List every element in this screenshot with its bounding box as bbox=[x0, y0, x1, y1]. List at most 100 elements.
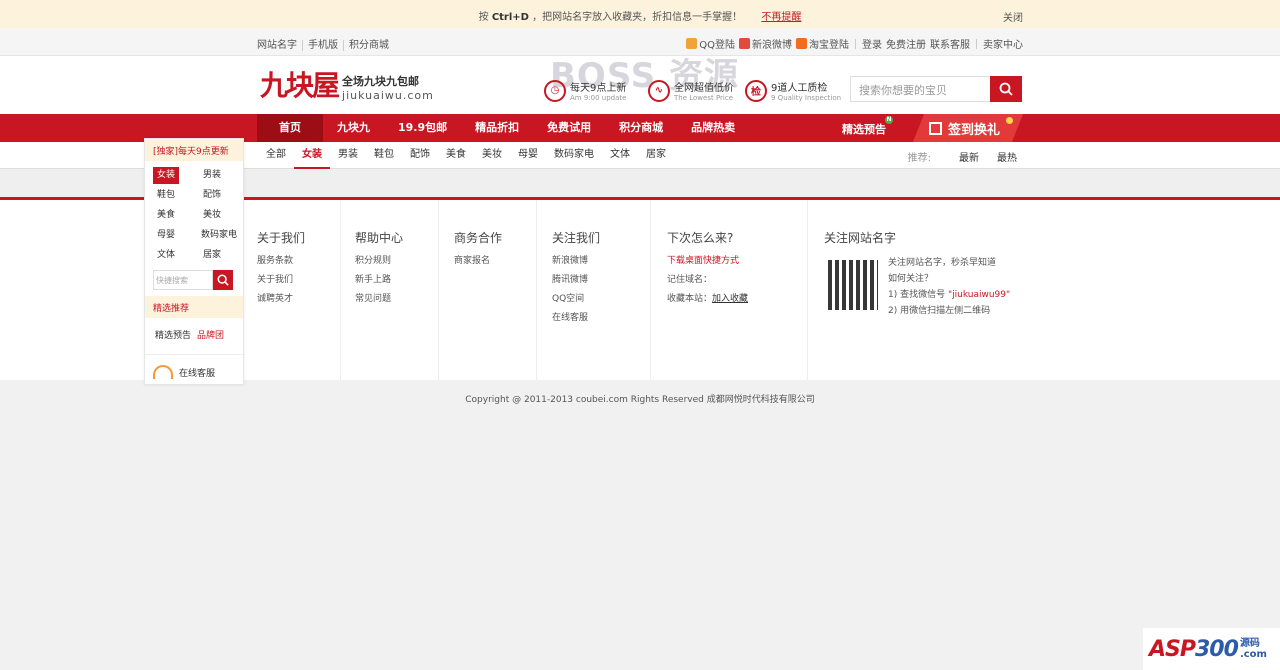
cat-men[interactable]: 男装 bbox=[330, 142, 366, 169]
new-badge: N bbox=[885, 116, 893, 124]
newbie-guide-link[interactable]: 新手上路 bbox=[355, 271, 438, 290]
side-recommend-header: 精选推荐 bbox=[145, 296, 243, 318]
divider bbox=[855, 38, 856, 49]
bulb-icon bbox=[1006, 117, 1013, 124]
feature-subtitle: Am 9:00 update bbox=[570, 94, 627, 102]
side-cat-men[interactable]: 男装 bbox=[199, 167, 225, 184]
header-search: 搜索你想要的宝贝 bbox=[850, 76, 1022, 102]
side-cat-women[interactable]: 女装 bbox=[153, 167, 179, 184]
footer-next-visit: 下次怎么来? 下载桌面快捷方式 记住域名： 收藏本站：加入收藏 bbox=[651, 200, 808, 380]
cat-accessories[interactable]: 配饰 bbox=[402, 142, 438, 169]
search-button[interactable] bbox=[990, 76, 1022, 102]
edit-icon bbox=[929, 121, 942, 135]
search-input[interactable]: 搜索你想要的宝贝 bbox=[850, 76, 990, 102]
no-more-remind-link[interactable]: 不再提醒 bbox=[761, 12, 801, 23]
side-cat-digital[interactable]: 数码家电 bbox=[199, 227, 239, 244]
register-link[interactable]: 免费注册 bbox=[886, 36, 926, 51]
weibo-login-link[interactable]: 新浪微博 bbox=[739, 36, 792, 51]
feature-subtitle: 9 Quality Inspection bbox=[771, 94, 842, 102]
footer-follow: 关注我们 新浪微博 腾讯微博 QQ空间 在线客服 bbox=[537, 200, 651, 380]
download-shortcut-link[interactable]: 下载桌面快捷方式 bbox=[667, 252, 807, 271]
side-cat-sports[interactable]: 文体 bbox=[153, 247, 179, 264]
wechat-id: "jiukuaiwu99" bbox=[947, 290, 1011, 300]
faq-link[interactable]: 常见问题 bbox=[355, 290, 438, 309]
sina-weibo-link[interactable]: 新浪微博 bbox=[552, 252, 650, 271]
corner-logo-suffix: 源码 .com bbox=[1240, 638, 1267, 660]
side-search-button[interactable] bbox=[213, 270, 233, 290]
nav-19-9-free-shipping[interactable]: 19.9包邮 bbox=[384, 114, 461, 142]
inspection-icon: 检 bbox=[745, 79, 767, 102]
nav-preview[interactable]: 精选预告 N bbox=[842, 116, 893, 137]
side-preview-link[interactable]: 精选预告 bbox=[155, 331, 191, 341]
footer-wechat: 关注网站名字 关注网站名字，秒杀早知道 如何关注？ 1) 查找微信号 "jiuk… bbox=[808, 200, 1023, 380]
weibo-login-label: 新浪微博 bbox=[752, 40, 792, 51]
side-category-grid: 女装 男装 鞋包 配饰 美食 美妆 母婴 数码家电 文体 居家 bbox=[145, 161, 243, 264]
sign-in-label: 签到换礼 bbox=[948, 122, 1001, 138]
clock-icon: ◷ bbox=[544, 79, 566, 102]
nav-brand-sale[interactable]: 品牌热卖 bbox=[677, 114, 749, 142]
nav-home[interactable]: 首页 bbox=[257, 114, 323, 142]
cat-home[interactable]: 居家 bbox=[638, 142, 674, 169]
points-rules-link[interactable]: 积分规则 bbox=[355, 252, 438, 271]
merchant-signup-link[interactable]: 商家报名 bbox=[454, 252, 536, 271]
weibo-icon bbox=[739, 38, 750, 49]
logo-slogan: 全场九块九包邮 bbox=[342, 75, 420, 88]
side-cat-accessories[interactable]: 配饰 bbox=[199, 187, 225, 204]
add-bookmark-link[interactable]: 加入收藏 bbox=[712, 294, 748, 304]
sort-hottest[interactable]: 最热 bbox=[997, 149, 1017, 164]
feature-title: 每天9点上新 bbox=[570, 83, 627, 94]
feature-quality-inspection: 检 9道人工质检 9 Quality Inspection bbox=[745, 79, 841, 102]
points-mall-link[interactable]: 积分商城 bbox=[343, 40, 394, 51]
footer-help: 帮助中心 积分规则 新手上路 常见问题 bbox=[341, 200, 439, 380]
online-service-link[interactable]: 在线客服 bbox=[552, 309, 650, 328]
nav-nine-nine[interactable]: 九块九 bbox=[323, 114, 384, 142]
footer-follow-title: 关注我们 bbox=[552, 231, 601, 245]
sort-options: 推荐: 最新 最热 bbox=[908, 149, 1017, 164]
terms-link[interactable]: 服务条款 bbox=[257, 252, 340, 271]
cat-women[interactable]: 女装 bbox=[294, 142, 330, 169]
divider bbox=[976, 38, 977, 49]
sort-newest[interactable]: 最新 bbox=[959, 149, 979, 164]
mobile-link[interactable]: 手机版 bbox=[302, 40, 343, 51]
cat-all[interactable]: 全部 bbox=[266, 142, 294, 169]
notice-close-link[interactable]: 关闭 bbox=[1003, 9, 1023, 24]
seller-center-link[interactable]: 卖家中心 bbox=[983, 36, 1023, 51]
side-brand-link[interactable]: 品牌团 bbox=[197, 331, 224, 341]
nav-discount[interactable]: 精品折扣 bbox=[461, 114, 533, 142]
wechat-line-3-text: 1) 查找微信号 bbox=[888, 290, 946, 300]
trend-icon: ∿ bbox=[648, 79, 670, 102]
login-link[interactable]: 登录 bbox=[862, 36, 882, 51]
sign-in-gift-button[interactable]: 签到换礼 bbox=[913, 114, 1023, 142]
about-us-link[interactable]: 关于我们 bbox=[257, 271, 340, 290]
site-header: 九块屋 全场九块九包邮 jiukuaiwu.com BOSS 资源 ◷ 每天9点… bbox=[0, 56, 1280, 114]
contact-service-link[interactable]: 联系客服 bbox=[930, 36, 970, 51]
taobao-login-link[interactable]: 淘宝登陆 bbox=[796, 36, 849, 51]
cat-sports[interactable]: 文体 bbox=[602, 142, 638, 169]
cat-beauty[interactable]: 美妆 bbox=[474, 142, 510, 169]
side-search: 快捷搜索 bbox=[153, 270, 243, 290]
side-cat-baby[interactable]: 母婴 bbox=[153, 227, 179, 244]
side-cat-home[interactable]: 居家 bbox=[199, 247, 225, 264]
site-name-link[interactable]: 网站名字 bbox=[257, 40, 302, 51]
wechat-instructions: 关注网站名字，秒杀早知道 如何关注？ 1) 查找微信号 "jiukuaiwu99… bbox=[888, 255, 1010, 319]
careers-link[interactable]: 诚聘英才 bbox=[257, 290, 340, 309]
nav-points-mall[interactable]: 积分商城 bbox=[605, 114, 677, 142]
cat-digital[interactable]: 数码家电 bbox=[546, 142, 602, 169]
footer-business: 商务合作 商家报名 bbox=[439, 200, 537, 380]
side-cat-shoes-bags[interactable]: 鞋包 bbox=[153, 187, 179, 204]
side-cat-food[interactable]: 美食 bbox=[153, 207, 179, 224]
site-logo[interactable]: 九块屋 全场九块九包邮 jiukuaiwu.com bbox=[260, 70, 434, 103]
cat-food[interactable]: 美食 bbox=[438, 142, 474, 169]
tencent-weibo-link[interactable]: 腾讯微博 bbox=[552, 271, 650, 290]
taobao-login-label: 淘宝登陆 bbox=[809, 40, 849, 51]
qq-zone-link[interactable]: QQ空间 bbox=[552, 290, 650, 309]
wechat-line-1: 关注网站名字，秒杀早知道 bbox=[888, 258, 997, 268]
wechat-line-2: 如何关注？ bbox=[888, 274, 934, 284]
cat-baby[interactable]: 母婴 bbox=[510, 142, 546, 169]
nav-free-trial[interactable]: 免费试用 bbox=[533, 114, 605, 142]
logo-subtitle: 全场九块九包邮 jiukuaiwu.com bbox=[342, 73, 434, 102]
side-search-input[interactable]: 快捷搜索 bbox=[153, 270, 213, 290]
side-cat-beauty[interactable]: 美妆 bbox=[199, 207, 225, 224]
side-online-service[interactable]: 在线客服 bbox=[145, 354, 245, 389]
cat-shoes-bags[interactable]: 鞋包 bbox=[366, 142, 402, 169]
